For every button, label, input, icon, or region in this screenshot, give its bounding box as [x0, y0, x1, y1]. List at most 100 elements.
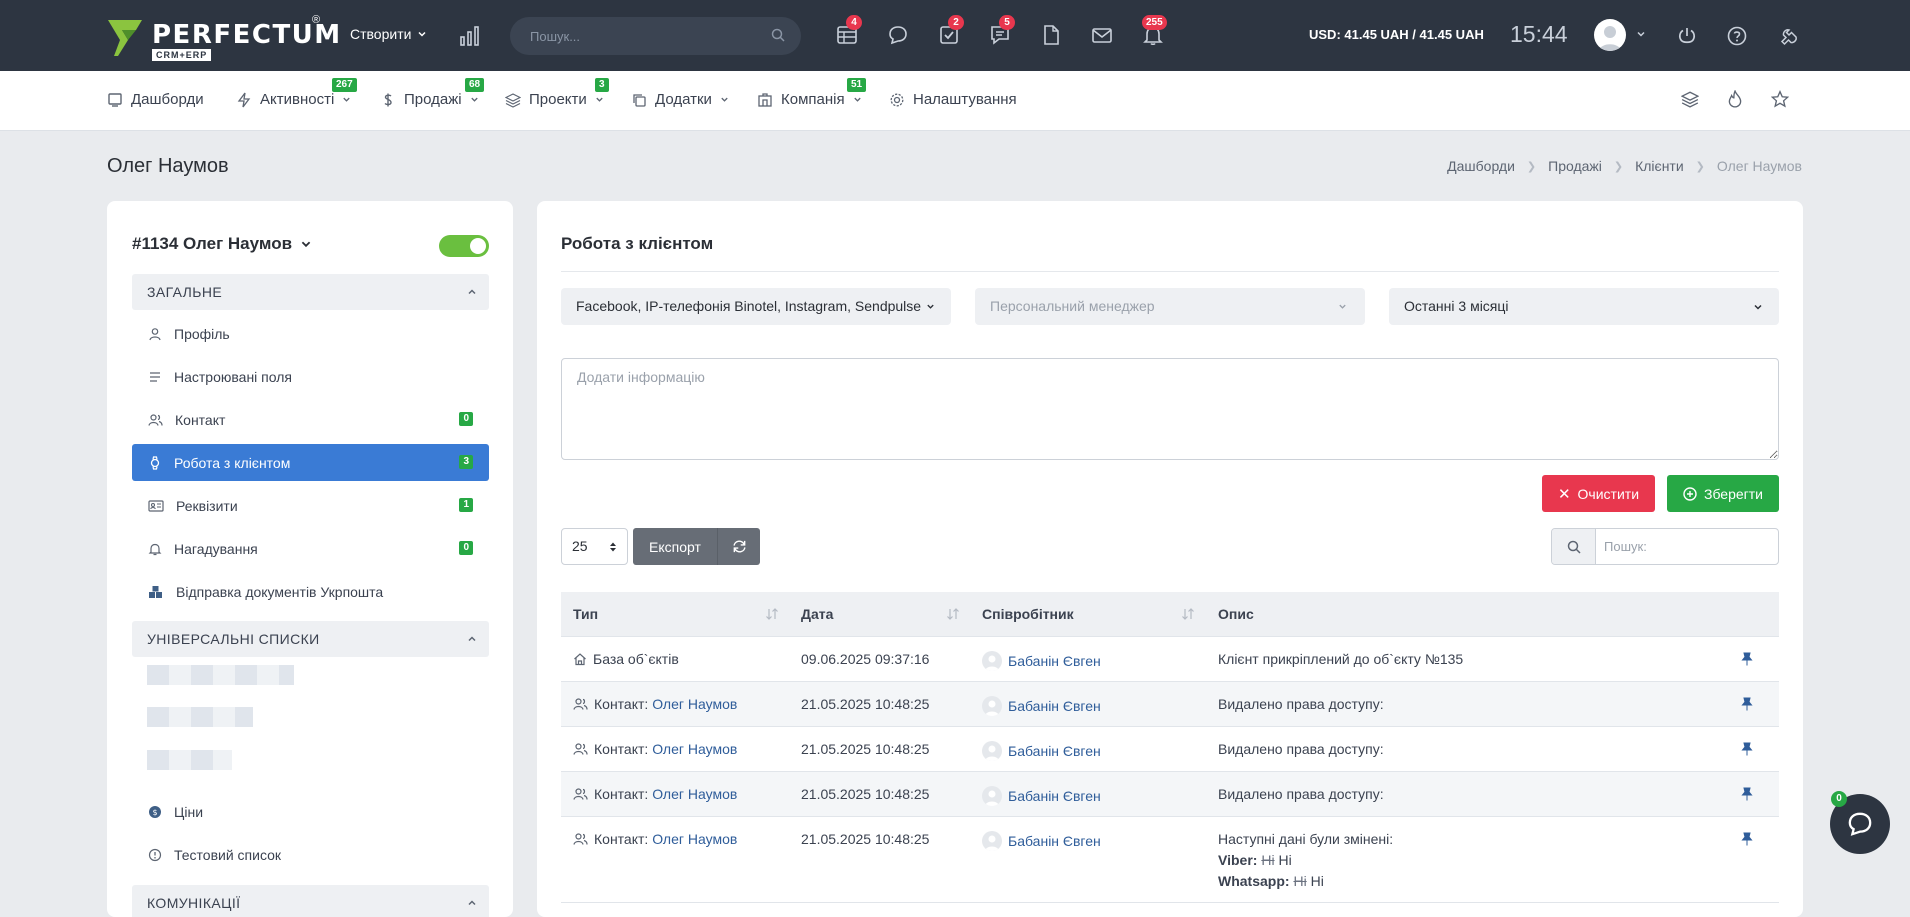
user-silhouette-icon: [985, 745, 999, 761]
nav-sales[interactable]: Продажі 68: [380, 78, 485, 108]
row-type-prefix: Контакт:: [594, 831, 653, 847]
notifications-button[interactable]: 255: [1142, 15, 1167, 48]
nav-settings[interactable]: Налаштування: [889, 91, 1017, 108]
client-sidebar: #1134 Олег Наумов ЗАГАЛЬНЕ Профіль Настр…: [107, 201, 513, 917]
breadcrumb-clients[interactable]: Клієнти: [1635, 158, 1684, 174]
add-info-textarea[interactable]: [561, 358, 1779, 460]
sidebar-item-custom-fields[interactable]: Настроювані поля: [132, 358, 489, 395]
search-icon[interactable]: [771, 28, 785, 42]
channels-filter[interactable]: Facebook, IP-телефонія Binotel, Instagra…: [561, 288, 951, 325]
row-employee[interactable]: Бабанін Євген: [982, 651, 1101, 671]
row-type-label: База об`єктів: [593, 651, 679, 667]
sidebar-item-requisites[interactable]: Реквізити 1: [132, 487, 489, 524]
nav-dashboards[interactable]: Дашборди: [107, 91, 204, 108]
pin-icon[interactable]: [1741, 742, 1753, 756]
row-type: Контакт: Олег Наумов: [573, 741, 737, 757]
logo[interactable]: PERFECTUM ® CRM+ERP: [106, 14, 340, 61]
export-button[interactable]: Експорт: [633, 528, 717, 565]
contact-link[interactable]: Олег Наумов: [652, 831, 737, 847]
mail-icon: [1092, 28, 1112, 43]
sidebar-item-reminders[interactable]: Нагадування 0: [132, 530, 489, 567]
global-search-input[interactable]: [510, 17, 740, 55]
nav-addons[interactable]: Додатки: [631, 91, 729, 108]
contact-link[interactable]: Олег Наумов: [652, 696, 737, 712]
user-icon: [149, 327, 161, 340]
column-date[interactable]: Дата: [801, 606, 833, 622]
sidebar-item-client-work[interactable]: Робота з клієнтом 3: [132, 444, 489, 481]
table-search-input[interactable]: [1604, 529, 1774, 564]
task-board-button[interactable]: 4: [836, 15, 862, 48]
nav-settings-label: Налаштування: [913, 91, 1017, 108]
sort-icon[interactable]: [1181, 608, 1195, 620]
fire-icon[interactable]: [1726, 90, 1744, 108]
documents-button[interactable]: [1040, 24, 1064, 48]
row-employee[interactable]: Бабанін Євген: [982, 696, 1101, 716]
page-size-select[interactable]: 25: [561, 528, 628, 565]
save-button[interactable]: Зберегти: [1667, 475, 1779, 512]
lightning-icon: [237, 92, 251, 107]
create-label: Створити: [350, 26, 412, 42]
copy-icon: [633, 93, 646, 107]
pin-icon[interactable]: [1741, 832, 1753, 846]
sidebar-item-test-list[interactable]: Тестовий список: [132, 836, 489, 873]
help-icon[interactable]: [1726, 25, 1748, 47]
breadcrumb-sales[interactable]: Продажі: [1548, 158, 1602, 174]
sort-icon[interactable]: [765, 608, 779, 620]
info-circle-icon: [148, 848, 162, 861]
section-comm-title: КОМУНІКАЦІЇ: [147, 895, 241, 911]
nav-company[interactable]: Компанія 51: [757, 78, 867, 108]
employee-name: Бабанін Євген: [1008, 743, 1101, 759]
chevron-down-icon: [1339, 304, 1346, 309]
blurred-list-item: [147, 665, 294, 685]
client-active-toggle[interactable]: [439, 235, 489, 257]
client-selector[interactable]: #1134 Олег Наумов: [132, 234, 312, 254]
column-employee[interactable]: Співробітник: [982, 606, 1074, 622]
user-avatar[interactable]: [1594, 19, 1626, 51]
sort-icon[interactable]: [946, 608, 960, 620]
nav-projects[interactable]: Проекти 3: [505, 78, 609, 108]
section-communications[interactable]: КОМУНІКАЦІЇ: [132, 885, 489, 917]
row-type-prefix: Контакт:: [594, 786, 653, 802]
sidebar-item-ukrposhta[interactable]: Відправка документів Укрпошта: [132, 573, 489, 610]
sidebar-item-label: Нагадування: [174, 540, 258, 557]
contact-link[interactable]: Олег Наумов: [652, 741, 737, 757]
power-icon[interactable]: [1676, 25, 1698, 47]
manager-filter[interactable]: Персональний менеджер: [975, 288, 1365, 325]
user-silhouette-icon: [1599, 26, 1621, 51]
mail-button[interactable]: [1091, 24, 1115, 48]
employee-avatar: [982, 741, 1002, 761]
pin-icon[interactable]: [1741, 697, 1753, 711]
users-icon: [573, 788, 588, 800]
period-filter[interactable]: Останні 3 місяці: [1389, 288, 1779, 325]
row-date: 21.05.2025 10:48:25: [801, 696, 930, 712]
section-general[interactable]: ЗАГАЛЬНЕ: [132, 274, 489, 310]
user-menu-chevron-icon[interactable]: [1636, 29, 1646, 39]
sidebar-item-profile[interactable]: Профіль: [132, 315, 489, 352]
pin-icon[interactable]: [1741, 787, 1753, 801]
refresh-button[interactable]: [717, 528, 760, 565]
row-employee[interactable]: Бабанін Євген: [982, 831, 1101, 851]
comments-button[interactable]: 5: [989, 15, 1015, 48]
row-employee[interactable]: Бабанін Євген: [982, 786, 1101, 806]
layers-toggle-icon[interactable]: [1681, 90, 1699, 108]
column-type[interactable]: Тип: [573, 606, 598, 622]
create-menu-button[interactable]: Створити: [350, 26, 427, 42]
clear-button[interactable]: ✕ Очистити: [1542, 475, 1655, 512]
row-type: Контакт: Олег Наумов: [573, 786, 737, 802]
chat-button[interactable]: [887, 24, 911, 48]
breadcrumb-dashboards[interactable]: Дашборди: [1447, 158, 1515, 174]
nav-dashboards-label: Дашборди: [131, 91, 204, 108]
contact-link[interactable]: Олег Наумов: [652, 786, 737, 802]
section-universal-lists[interactable]: УНІВЕРСАЛЬНІ СПИСКИ: [132, 621, 489, 657]
sidebar-item-contact[interactable]: Контакт 0: [132, 401, 489, 438]
pin-icon[interactable]: [1741, 652, 1753, 666]
nav-activities[interactable]: Активності 267: [236, 78, 357, 108]
bar-chart-icon[interactable]: [459, 25, 481, 47]
sidebar-item-prices[interactable]: $ Ціни: [132, 793, 489, 830]
boxes-icon: [149, 585, 162, 598]
wrench-icon[interactable]: [1776, 25, 1798, 47]
checklist-button[interactable]: 2: [938, 15, 964, 48]
nav-activities-badge: 267: [332, 78, 357, 92]
star-icon[interactable]: [1771, 90, 1789, 108]
row-employee[interactable]: Бабанін Євген: [982, 741, 1101, 761]
